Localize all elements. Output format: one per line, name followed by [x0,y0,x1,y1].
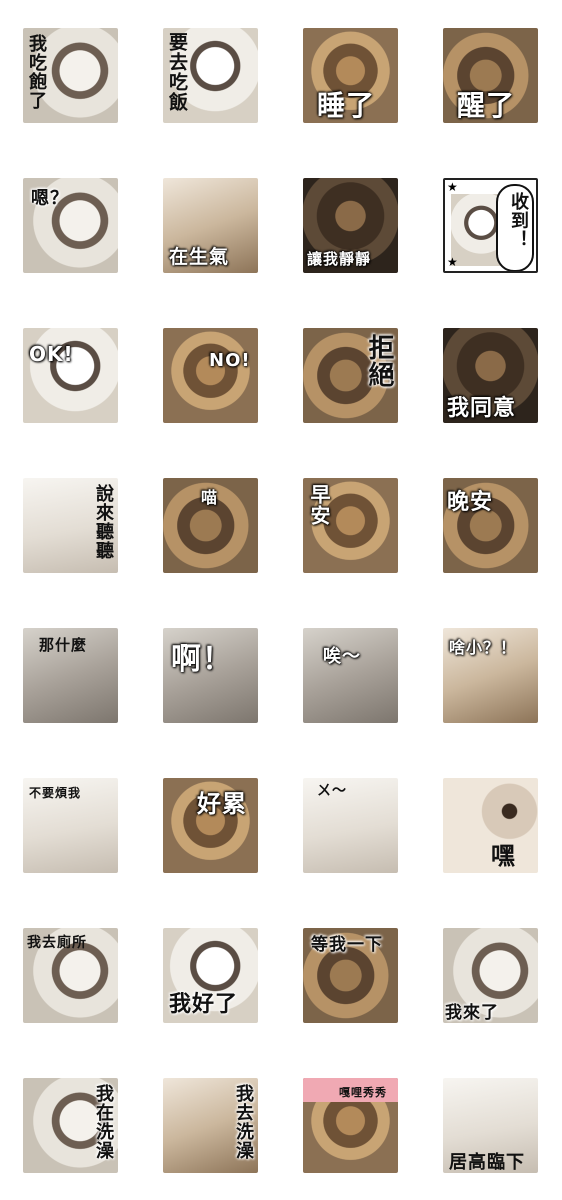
sticker-tile[interactable]: 拒絕 [303,328,398,423]
sticker-caption: 收到！ [508,192,529,249]
sticker-tile[interactable]: 收到！ ★ ★ [443,178,538,273]
sticker-tile[interactable]: 不要煩我 [23,778,118,873]
sticker-caption: 居高臨下 [449,1152,525,1173]
sticker-tile[interactable]: 等我一下 [303,928,398,1023]
sticker-tile[interactable]: 醒了 [443,28,538,123]
sticker-caption: 我同意 [447,396,517,421]
sticker-caption: 嘎哩秀秀 [339,1086,387,1099]
sticker-caption: 啥小？！ [449,638,518,657]
sticker-tile[interactable]: 嗯？ [23,178,118,273]
sticker-caption: 喵 [201,488,219,507]
sticker-tile[interactable]: 唉～ [303,628,398,723]
sticker-caption: 醒了 [457,89,516,122]
sticker-caption: 要去吃飯 [166,32,188,112]
sticker-tile[interactable]: 啥小？！ [443,628,538,723]
sticker-tile[interactable]: 我同意 [443,328,538,423]
sticker-tile[interactable]: OK! [23,328,118,423]
sticker-tile[interactable]: 說來聽聽 [23,478,118,573]
sticker-tile[interactable]: 那什麼 [23,628,118,723]
sticker-caption: ㄨ～ [317,783,347,799]
star-icon: ★ [447,255,458,269]
sticker-tile[interactable]: 我去洗澡 [163,1078,258,1173]
sticker-caption: 我吃飽了 [26,34,47,110]
sticker-tile[interactable]: 嘎哩秀秀 [303,1078,398,1173]
sticker-caption: 早安 [307,484,331,526]
sticker-tile[interactable]: 要去吃飯 [163,28,258,123]
sticker-caption: 說來聽聽 [93,484,114,560]
sticker-caption: 在生氣 [169,246,230,268]
sticker-caption: 拒絕 [364,334,394,388]
sticker-tile[interactable]: 喵 [163,478,258,573]
sticker-tile[interactable]: 睡了 [303,28,398,123]
sticker-caption: 啊！ [171,642,233,677]
sticker-grid: 我吃飽了 要去吃飯 睡了 醒了 嗯？ 在生氣 讓我靜靜 收到！ ★ ★ OK! … [0,0,562,1200]
sticker-tile[interactable]: 我在洗澡 [23,1078,118,1173]
sticker-caption: 我來了 [445,1003,499,1023]
sticker-tile[interactable]: 我吃飽了 [23,28,118,123]
sticker-caption: 等我一下 [311,935,383,955]
sticker-tile[interactable]: 啊！ [163,628,258,723]
sticker-tile[interactable]: 嘿 [443,778,538,873]
sticker-caption: 嗯？ [31,188,69,209]
sticker-caption: 晚安 [447,490,494,515]
sticker-tile[interactable]: ㄨ～ [303,778,398,873]
sticker-caption: 我在洗澡 [93,1084,114,1160]
sticker-caption: 嘿 [491,842,516,870]
sticker-tile[interactable]: 早安 [303,478,398,573]
sticker-tile[interactable]: 晚安 [443,478,538,573]
sticker-tile[interactable]: 我好了 [163,928,258,1023]
sticker-caption: OK! [29,342,74,366]
sticker-caption: 那什麼 [39,636,88,654]
sticker-caption: 唉～ [323,646,361,667]
sticker-tile[interactable]: 我去廁所 [23,928,118,1023]
star-icon: ★ [447,180,458,194]
sticker-caption: 我去廁所 [27,935,87,951]
sticker-tile[interactable]: 居高臨下 [443,1078,538,1173]
sticker-tile[interactable]: 在生氣 [163,178,258,273]
sticker-caption: 讓我靜靜 [307,250,372,268]
sticker-tile[interactable]: NO! [163,328,258,423]
sticker-tile[interactable]: 好累 [163,778,258,873]
sticker-caption: NO! [209,350,251,371]
sticker-caption: 我好了 [169,992,239,1017]
sticker-caption: 好累 [197,790,247,818]
sticker-caption: 不要煩我 [29,786,82,800]
sticker-caption: 睡了 [317,89,376,122]
sticker-tile[interactable]: 讓我靜靜 [303,178,398,273]
sticker-tile[interactable]: 我來了 [443,928,538,1023]
sticker-caption: 我去洗澡 [233,1084,254,1160]
